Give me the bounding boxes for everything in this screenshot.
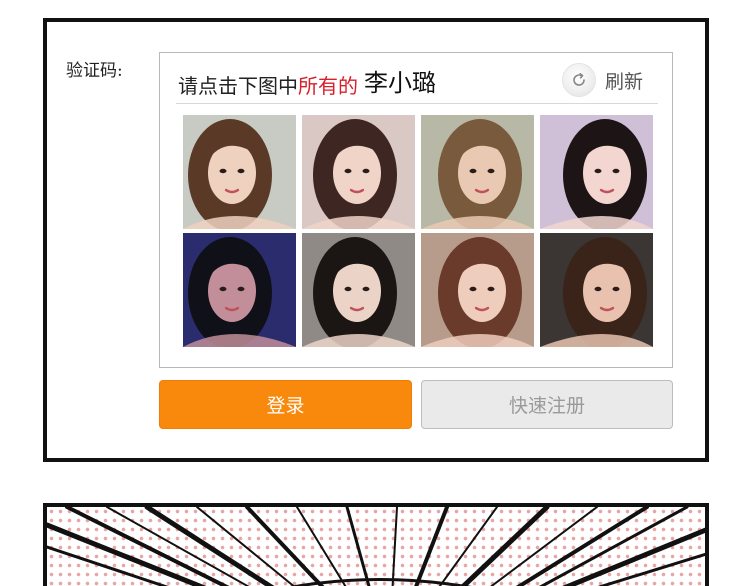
captcha-prompt: 请点击下图中 所有的 李小璐	[178, 62, 436, 98]
prompt-accent: 所有的	[298, 74, 358, 98]
portrait-photo	[302, 115, 415, 229]
portrait-photo	[183, 115, 296, 229]
captcha-photo-tile[interactable]	[421, 115, 534, 229]
captcha-photo-tile[interactable]	[302, 233, 415, 347]
prompt-target-name: 李小璐	[364, 69, 436, 97]
captcha-photo-tile[interactable]	[302, 115, 415, 229]
refresh-button[interactable]: 刷新	[563, 64, 643, 96]
captcha-label: 验证码:	[66, 61, 123, 81]
portrait-photo	[421, 233, 534, 347]
captcha-photo-tile[interactable]	[421, 233, 534, 347]
refresh-icon[interactable]	[563, 64, 595, 96]
comic-panel	[43, 503, 709, 586]
captcha-photo-tile[interactable]	[540, 115, 653, 229]
prompt-prefix: 请点击下图中	[178, 74, 298, 98]
portrait-photo	[183, 233, 296, 347]
refresh-label[interactable]: 刷新	[605, 67, 643, 94]
portrait-photo	[421, 115, 534, 229]
portrait-photo	[302, 233, 415, 347]
speed-lines	[47, 507, 705, 586]
captcha-image-grid	[183, 115, 653, 347]
captcha-photo-tile[interactable]	[540, 233, 653, 347]
captcha-photo-tile[interactable]	[183, 233, 296, 347]
register-button[interactable]: 快速注册	[421, 380, 673, 429]
prompt-divider	[176, 103, 658, 104]
portrait-photo	[540, 115, 653, 229]
captcha-photo-tile[interactable]	[183, 115, 296, 229]
login-button[interactable]: 登录	[159, 380, 412, 429]
portrait-photo	[540, 233, 653, 347]
